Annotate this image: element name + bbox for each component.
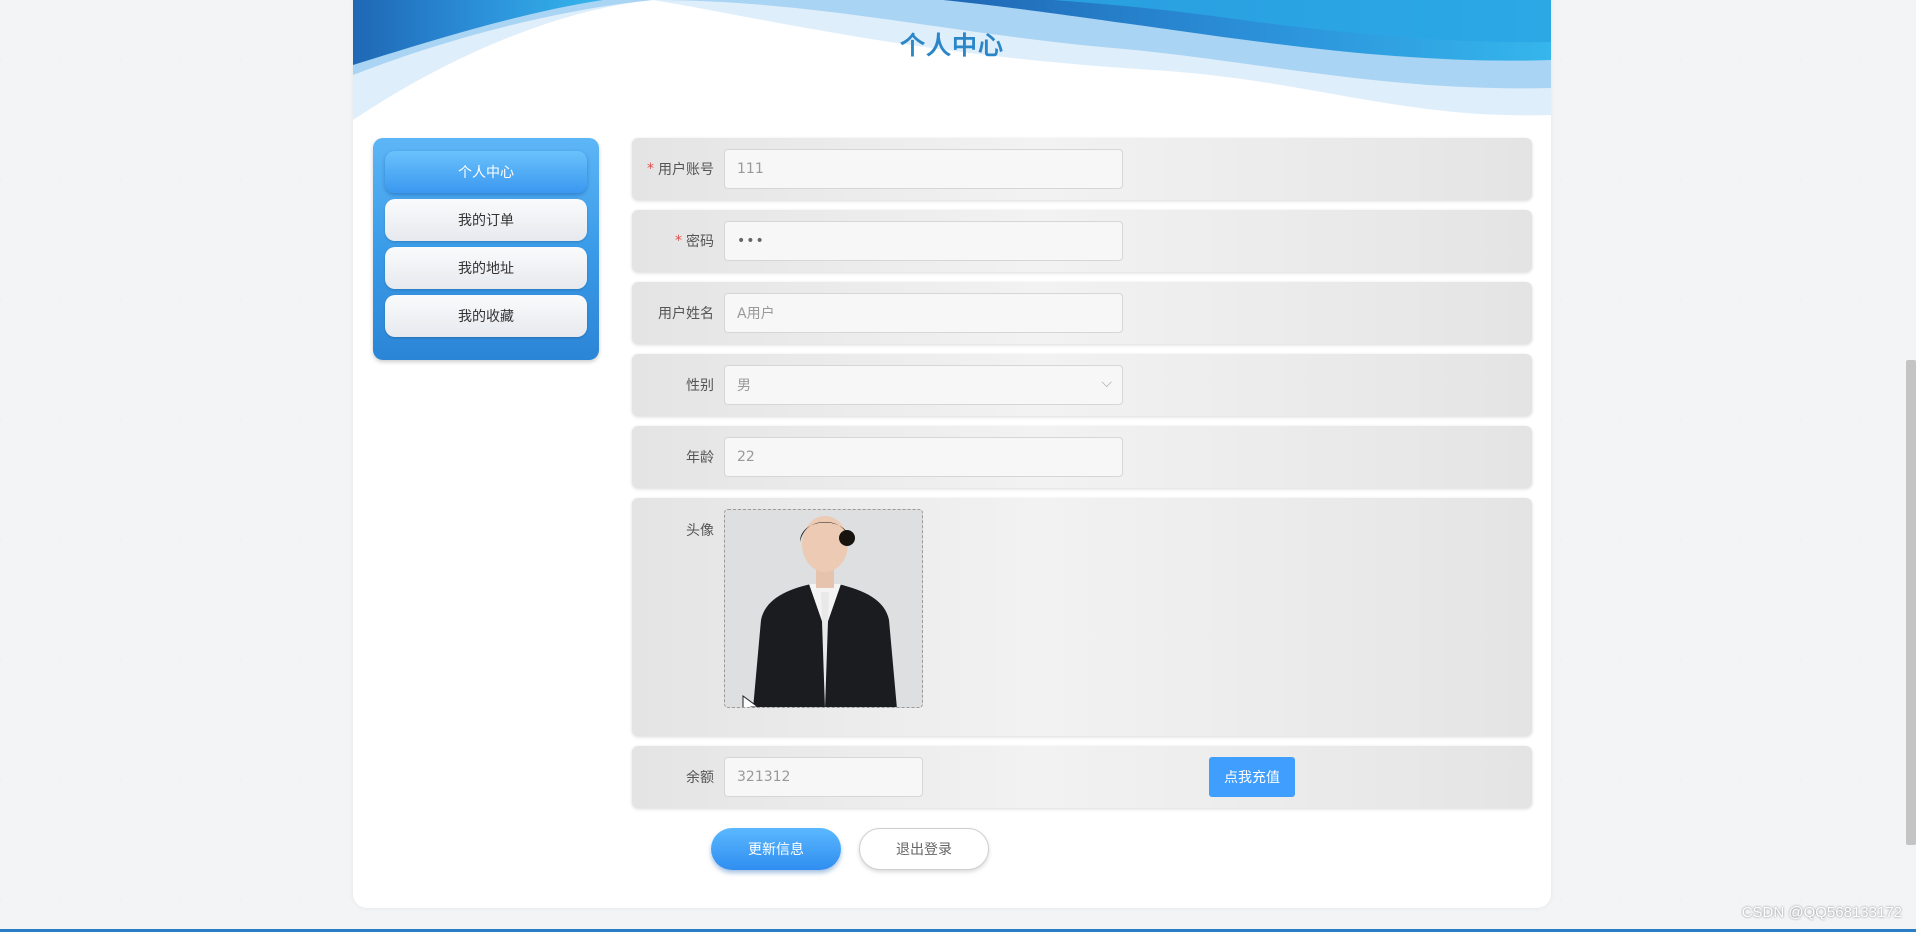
page-title: 个人中心	[899, 31, 1004, 60]
age-label: 年龄	[686, 450, 714, 466]
update-info-button[interactable]: 更新信息	[711, 828, 841, 870]
form-row-gender: 性别 男 ⌵	[632, 354, 1532, 416]
logout-button[interactable]: 退出登录	[859, 828, 989, 870]
form-row-password: * 密码 •••	[632, 210, 1532, 272]
chevron-down-icon: ⌵	[1101, 375, 1112, 391]
required-mark: *	[675, 233, 682, 249]
recharge-button[interactable]: 点我充值	[1209, 757, 1295, 797]
required-mark: *	[647, 161, 654, 177]
page-card: 个人中心 个人中心 我的订单 我的地址 我的收藏 * 用户账号 111 * 密码…	[353, 0, 1551, 908]
account-label-text: 用户账号	[658, 162, 714, 178]
gender-label: 性别	[686, 378, 714, 394]
name-input[interactable]: A用户	[724, 293, 1123, 333]
avatar-upload[interactable]	[724, 509, 923, 708]
sidebar-item-favorites[interactable]: 我的收藏	[385, 295, 587, 337]
sidebar-item-profile[interactable]: 个人中心	[385, 151, 587, 193]
watermark: CSDN @QQ568133172	[1741, 904, 1902, 921]
form-row-name: 用户姓名 A用户	[632, 282, 1532, 344]
balance-label: 余额	[686, 770, 714, 786]
avatar-label: 头像	[686, 523, 714, 539]
sidebar-menu: 个人中心 我的订单 我的地址 我的收藏	[373, 138, 599, 360]
sidebar-item-orders[interactable]: 我的订单	[385, 199, 587, 241]
form-row-balance: 余额 321312 点我充值	[632, 746, 1532, 808]
form-row-account: * 用户账号 111	[632, 138, 1532, 200]
account-label: * 用户账号	[632, 138, 714, 200]
form-row-avatar: 头像	[632, 498, 1532, 736]
password-input[interactable]: •••	[724, 221, 1123, 261]
account-input[interactable]: 111	[724, 149, 1123, 189]
page-scrollbar[interactable]	[1906, 360, 1916, 845]
form-row-age: 年龄 22	[632, 426, 1532, 488]
name-label: 用户姓名	[658, 306, 714, 322]
balance-input[interactable]: 321312	[724, 757, 923, 797]
sidebar-item-address[interactable]: 我的地址	[385, 247, 587, 289]
gender-select[interactable]: 男 ⌵	[724, 365, 1123, 405]
avatar-photo	[725, 510, 922, 707]
password-label: * 密码	[632, 210, 714, 272]
gender-value: 男	[737, 378, 751, 394]
age-input[interactable]: 22	[724, 437, 1123, 477]
password-label-text: 密码	[686, 234, 714, 250]
